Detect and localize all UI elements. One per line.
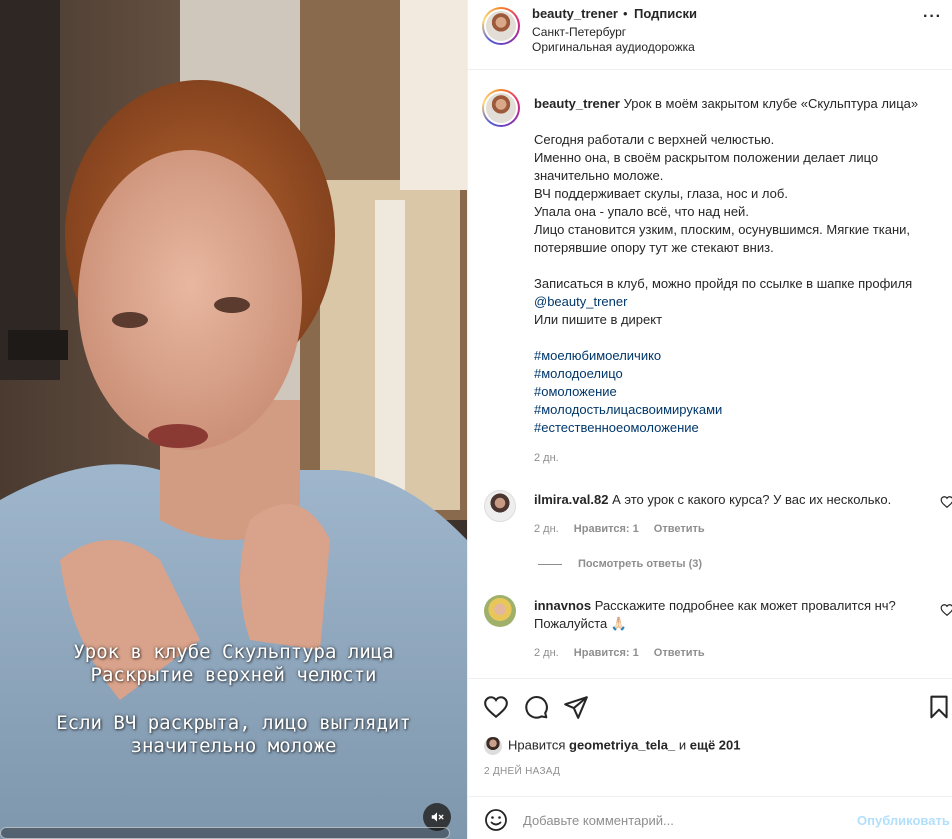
video-caption-bottom: Если ВЧ раскрыта, лицо выглядит значител…	[0, 712, 467, 758]
posted-time[interactable]: 2 ДНЕЙ НАЗАД	[484, 766, 560, 777]
reply-button[interactable]: Ответить	[654, 647, 705, 659]
caption-line: значительно моложе	[130, 735, 337, 757]
post-caption: beauty_trener Урок в моём закрытом клубе…	[534, 95, 946, 467]
hashtag-link[interactable]: #молодостьлицасвоимируками	[534, 401, 946, 419]
likes-and: и	[678, 737, 687, 753]
commenter-username[interactable]: innavnos	[534, 598, 591, 613]
comment-text: ilmira.val.82 А это урок с какого курса?…	[534, 491, 919, 509]
video-caption-top: Урок в клубе Скульптура лица Раскрытие в…	[0, 641, 467, 687]
publish-button[interactable]: Опубликовать	[857, 813, 950, 828]
hashtag-link[interactable]: #естественноеомоложение	[534, 419, 946, 437]
caption-line: значительно моложе.	[534, 168, 664, 183]
share-paper-plane-icon[interactable]	[563, 694, 589, 720]
mention-link[interactable]: @beauty_trener	[534, 293, 946, 311]
location-link[interactable]: Санкт-Петербург	[532, 25, 626, 39]
view-replies-button[interactable]: Посмотреть ответы (3)	[538, 558, 702, 570]
caption-username[interactable]: beauty_trener	[534, 96, 620, 111]
caption-line: Лицо становится узким, плоским, осунувши…	[534, 222, 911, 237]
post-header: beauty_trener • Подписки Санкт-Петербург…	[468, 0, 952, 70]
caption-time[interactable]: 2 дн.	[534, 449, 946, 467]
liker-username[interactable]: geometriya_tela_	[569, 737, 675, 752]
author-username[interactable]: beauty_trener	[532, 6, 618, 21]
following-button[interactable]: Подписки	[634, 6, 697, 21]
more-options-button[interactable]: ···	[923, 8, 942, 26]
replies-divider	[538, 563, 562, 565]
caption-line: Раскрытие верхней челюсти	[90, 664, 377, 686]
audio-track-link[interactable]: Оригинальная аудиодорожка	[532, 40, 695, 54]
add-comment-bar: Добавьте комментарий... Опубликовать	[468, 796, 952, 839]
comment-body: А это урок с какого курса? У вас их неск…	[612, 492, 892, 507]
caption-line: Сегодня работали с верхней челюстью.	[534, 132, 775, 147]
post-actions-bar	[468, 678, 952, 730]
likes-summary: Нравится geometriya_tela_ и ещё 201	[484, 737, 740, 755]
comment-like-icon[interactable]	[940, 495, 952, 509]
separator-dot: •	[623, 6, 628, 21]
caption-signup-line: Записаться в клуб, можно пройдя по ссылк…	[534, 276, 913, 291]
comment-body: Расскажите подробнее как может провалитс…	[594, 598, 896, 613]
commenter-avatar[interactable]	[484, 595, 516, 627]
caption-line: ВЧ поддерживает скулы, глаза, нос и лоб.	[534, 186, 788, 201]
likes-count-link[interactable]: ещё 201	[690, 737, 741, 752]
comment-time[interactable]: 2 дн.	[534, 523, 559, 535]
comment-time[interactable]: 2 дн.	[534, 647, 559, 659]
hashtag-link[interactable]: #омоложение	[534, 383, 946, 401]
comment-body-line2: Пожалуйста 🙏🏻	[534, 616, 628, 631]
comment-input[interactable]: Добавьте комментарий...	[523, 813, 674, 828]
commenter-username[interactable]: ilmira.val.82	[534, 492, 608, 507]
speaker-muted-icon	[431, 812, 444, 822]
comment-meta: 2 дн. Нравится: 1 Ответить	[534, 523, 717, 535]
hashtag-link[interactable]: #моелюбимоеличико	[534, 347, 946, 365]
caption-line: Урок в клубе Скульптура лица	[73, 641, 394, 663]
like-heart-icon[interactable]	[483, 694, 509, 720]
caption-author-avatar[interactable]	[482, 89, 520, 127]
comment-text: innavnos Расскажите подробнее как может …	[534, 597, 919, 633]
caption-line: Именно она, в своём раскрытом положении …	[534, 150, 879, 165]
caption-direct-line: Или пишите в директ	[534, 312, 663, 327]
comment-like-icon[interactable]	[940, 603, 952, 617]
post-side-panel: beauty_trener • Подписки Санкт-Петербург…	[467, 0, 952, 839]
caption-line: Если ВЧ раскрыта, лицо выглядит	[56, 712, 411, 734]
comment-likes[interactable]: Нравится: 1	[574, 647, 639, 659]
caption-line: Упала она - упало всё, что над ней.	[534, 204, 749, 219]
caption-line: потерявшие опору тут же стекают вниз.	[534, 240, 774, 255]
liker-avatar[interactable]	[484, 737, 502, 755]
likes-prefix: Нравится	[508, 737, 566, 753]
commenter-avatar[interactable]	[484, 490, 516, 522]
emoji-icon[interactable]	[484, 808, 508, 832]
bookmark-save-icon[interactable]	[926, 694, 952, 720]
comment-likes[interactable]: Нравится: 1	[574, 523, 639, 535]
author-avatar[interactable]	[482, 7, 520, 45]
comment-meta: 2 дн. Нравится: 1 Ответить	[534, 647, 717, 659]
comment-bubble-icon[interactable]	[523, 694, 549, 720]
video-player[interactable]: Урок в клубе Скульптура лица Раскрытие в…	[0, 0, 467, 839]
caption-title: Урок в моём закрытом клубе «Скульптура л…	[623, 96, 919, 111]
view-replies-label: Посмотреть ответы (3)	[578, 558, 703, 570]
video-progress-bar[interactable]	[0, 827, 450, 839]
hashtag-link[interactable]: #молодоелицо	[534, 365, 946, 383]
reply-button[interactable]: Ответить	[654, 523, 705, 535]
